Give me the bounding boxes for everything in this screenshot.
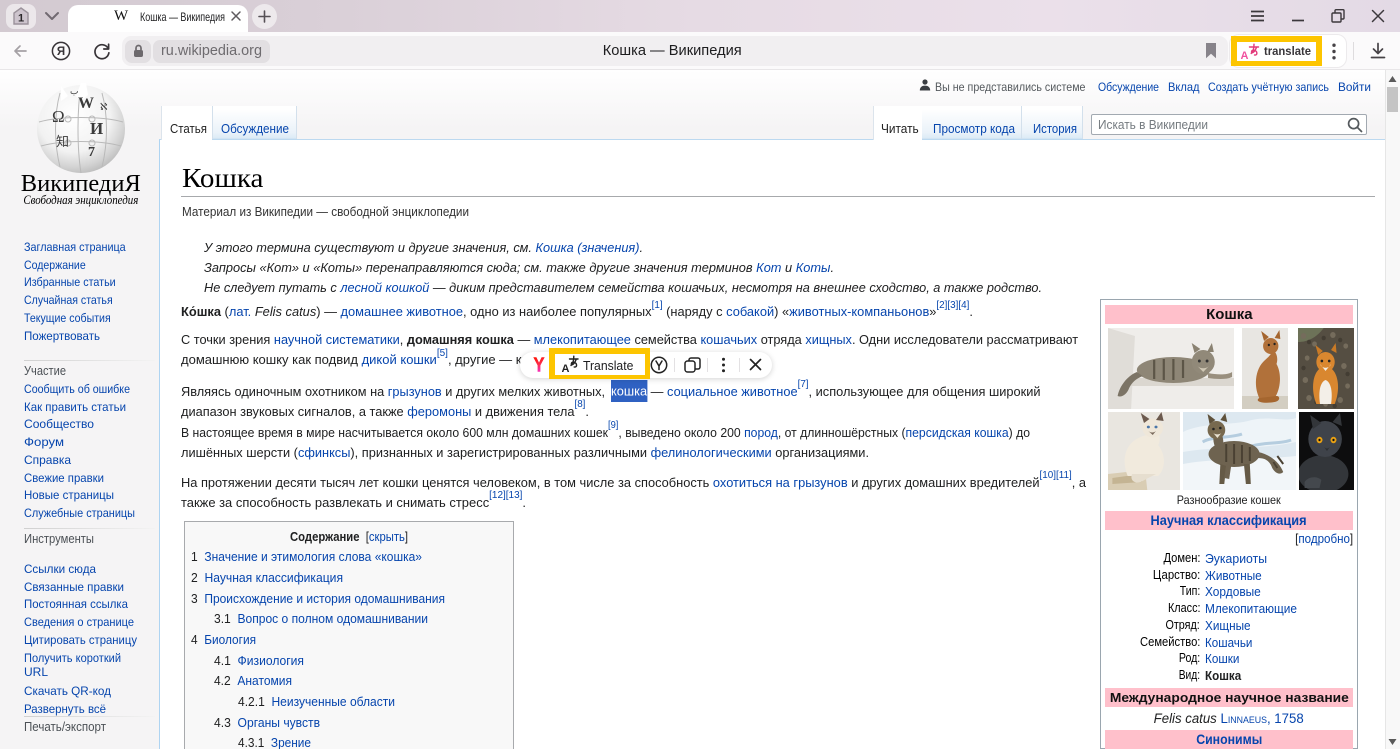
svg-text:Ω: Ω: [52, 107, 65, 126]
svg-text:A: A: [1241, 50, 1249, 60]
svg-text:7: 7: [88, 145, 95, 160]
svg-text:W: W: [78, 95, 94, 112]
svg-text:1: 1: [18, 13, 24, 25]
svg-text:知: 知: [56, 134, 69, 149]
svg-text:A: A: [562, 363, 570, 373]
svg-text:И: И: [90, 119, 103, 138]
svg-text:Я: Я: [57, 46, 65, 58]
svg-text:ب: ب: [70, 86, 78, 96]
svg-text:ℵ: ℵ: [100, 102, 108, 113]
